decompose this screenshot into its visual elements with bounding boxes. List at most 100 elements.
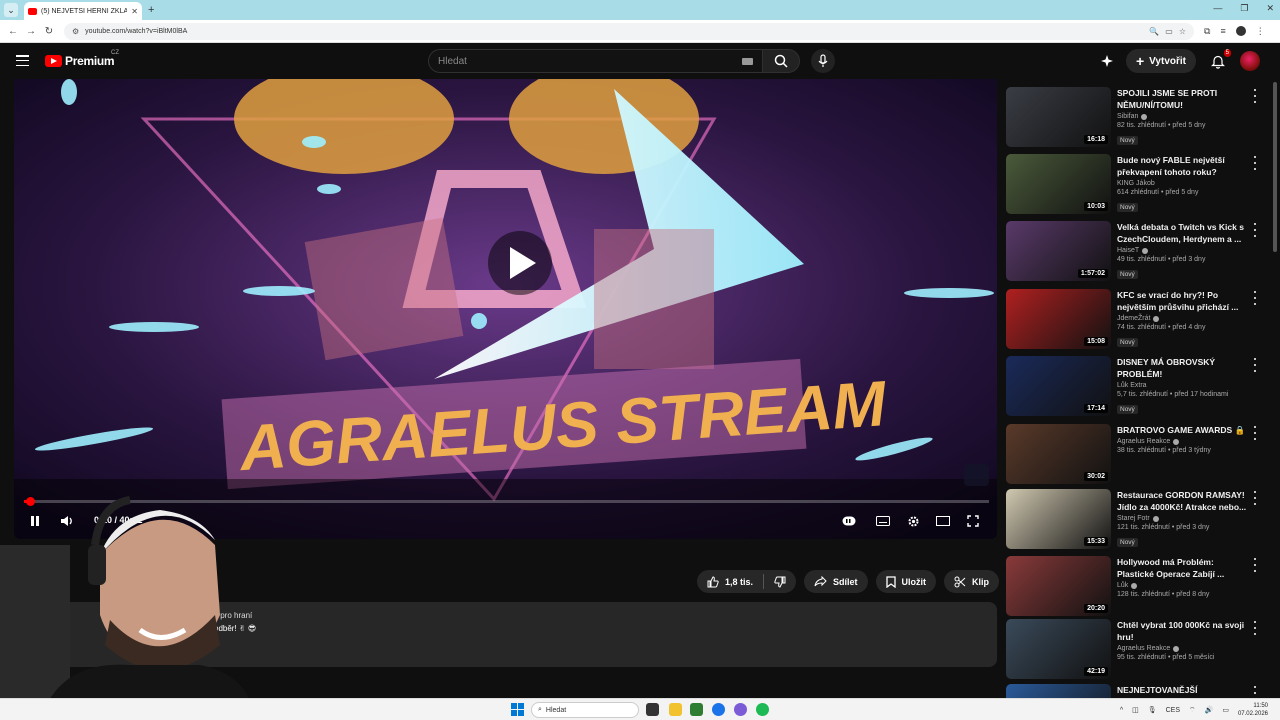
channel-name[interactable]: Starej Fotr	[1117, 515, 1150, 522]
settings-button[interactable]	[904, 512, 922, 530]
browser-menu-icon[interactable]: ⋮	[1256, 26, 1265, 37]
minimize-icon[interactable]: —	[1213, 3, 1222, 14]
channel-name-row[interactable]: Agraelus Reakce	[1117, 438, 1249, 445]
wifi-icon[interactable]: ⌔	[1189, 706, 1196, 715]
sparkle-icon[interactable]	[1100, 54, 1114, 68]
channel-name-row[interactable]: HaiseT	[1117, 247, 1249, 254]
zoom-icon[interactable]: 🔍	[1149, 27, 1159, 36]
video-title[interactable]: BRATROVO GAME AWARDS 🔒	[1117, 424, 1249, 436]
channel-name[interactable]: Agraelus Reakce	[1117, 438, 1170, 445]
maximize-icon[interactable]: ❐	[1240, 3, 1248, 14]
more-vert-icon[interactable]	[1252, 491, 1258, 505]
video-title[interactable]: KFC se vrací do hry?! Po největším průšv…	[1117, 289, 1249, 313]
more-vert-icon[interactable]	[1252, 558, 1258, 572]
channel-name[interactable]: Sibifan	[1117, 113, 1138, 120]
recommended-video-item[interactable]: 16:18 SPOJILI JSME SE PROTI NĚMU/NÍ/TOMU!…	[1006, 87, 1268, 151]
video-title[interactable]: Velká debata o Twitch vs Kick s CzechClo…	[1117, 221, 1249, 245]
site-info-icon[interactable]: ⚙	[72, 27, 79, 36]
video-title[interactable]: Chtěl vybrat 100 000Kč na svoji hru!	[1117, 619, 1249, 643]
search-input[interactable]	[438, 55, 742, 67]
speaker-icon[interactable]: 🔊	[1205, 706, 1214, 714]
like-button[interactable]: 1,8 tis.	[697, 570, 763, 593]
tab-close-icon[interactable]: ✕	[131, 7, 138, 16]
taskbar-search[interactable]: ⌕ Hledat	[531, 702, 639, 718]
more-vert-icon[interactable]	[1252, 291, 1258, 305]
forward-icon[interactable]: →	[22, 26, 40, 37]
channel-name-row[interactable]: Lůk	[1117, 582, 1249, 589]
recommended-video-item[interactable]: NEJNEJTOVANĚJŠÍ	[1006, 684, 1268, 699]
app-icon[interactable]	[756, 703, 769, 716]
autoplay-toggle[interactable]	[840, 512, 858, 530]
taskbar-clock[interactable]: 11:50 07.02.2026	[1238, 702, 1268, 718]
recommended-video-item[interactable]: 15:33 Restaurace GORDON RAMSAY! Jídlo za …	[1006, 489, 1268, 553]
video-title[interactable]: DISNEY MÁ OBROVSKÝ PROBLÉM!	[1117, 356, 1249, 380]
channel-name-row[interactable]: KING Jákob	[1117, 180, 1249, 187]
cast-icon[interactable]: ▭	[1165, 27, 1173, 36]
recommended-video-item[interactable]: 30:02 BRATROVO GAME AWARDS 🔒 Agraelus Reak…	[1006, 424, 1268, 488]
tray-mic-icon[interactable]: 🎙	[1148, 706, 1157, 714]
big-play-button[interactable]	[488, 231, 552, 295]
profile-menu-icon[interactable]: ≡	[1220, 26, 1225, 36]
url-omnibox[interactable]: ⚙ youtube.com/watch?v=iBltM0lBA 🔍 ▭ ☆	[64, 22, 1194, 40]
fullscreen-button[interactable]	[964, 512, 982, 530]
recommended-video-item[interactable]: 1:57:02 Velká debata o Twitch vs Kick s C…	[1006, 221, 1268, 285]
channel-name-row[interactable]: JdemeŽrát	[1117, 315, 1249, 322]
channel-name[interactable]: Lůk	[1117, 582, 1128, 589]
video-title[interactable]: Bude nový FABLE největší překvapení toho…	[1117, 154, 1249, 178]
notifications-button[interactable]: 5	[1208, 49, 1231, 71]
new-tab-icon[interactable]: +	[148, 4, 154, 16]
browser-tab[interactable]: (5) NEJVĚTŠÍ HERNÍ ZKLAMÁNÍ ✕	[24, 2, 142, 20]
language-indicator[interactable]: CES	[1166, 707, 1180, 714]
task-view-icon[interactable]	[646, 703, 659, 716]
page-scrollbar[interactable]	[1273, 82, 1277, 252]
channel-name[interactable]: Lůk Extra	[1117, 382, 1147, 389]
video-title[interactable]: Hollywood má Problém: Plastické Operace …	[1117, 556, 1249, 580]
channel-name-row[interactable]: Starej Fotr	[1117, 515, 1249, 522]
recommended-video-item[interactable]: 17:14 DISNEY MÁ OBROVSKÝ PROBLÉM! Lůk Extr…	[1006, 356, 1268, 420]
video-title[interactable]: Restaurace GORDON RAMSAY! Jídlo za 4000K…	[1117, 489, 1249, 513]
windows-start-icon[interactable]	[511, 703, 524, 716]
more-vert-icon[interactable]	[1252, 358, 1258, 372]
more-vert-icon[interactable]	[1252, 621, 1258, 635]
more-vert-icon[interactable]	[1252, 223, 1258, 237]
channel-name[interactable]: HaiseT	[1117, 247, 1139, 254]
video-player[interactable]: AGRAELUS STREAM 0:10 / 40:42	[14, 79, 997, 539]
video-thumbnail[interactable]: 20:20	[1006, 556, 1111, 616]
video-thumbnail[interactable]: 10:03	[1006, 154, 1111, 214]
channel-name[interactable]: KING Jákob	[1117, 180, 1155, 187]
dislike-button[interactable]	[764, 570, 796, 593]
video-thumbnail[interactable]: 15:08	[1006, 289, 1111, 349]
more-vert-icon[interactable]	[1252, 156, 1258, 170]
file-explorer-icon[interactable]	[669, 703, 682, 716]
bookmark-star-icon[interactable]: ☆	[1179, 27, 1186, 36]
recommended-video-item[interactable]: 42:19 Chtěl vybrat 100 000Kč na svoji hru…	[1006, 619, 1268, 683]
youtube-premium-logo[interactable]: Premium CZ	[45, 50, 119, 68]
search-button[interactable]	[762, 49, 800, 73]
video-thumbnail[interactable]: 1:57:02	[1006, 221, 1111, 281]
channel-name-row[interactable]: Lůk Extra	[1117, 382, 1249, 389]
discord-icon[interactable]	[734, 703, 747, 716]
share-button[interactable]: Sdílet	[804, 570, 868, 593]
channel-name[interactable]: Agraelus Reakce	[1117, 645, 1170, 652]
theater-mode-button[interactable]	[934, 512, 952, 530]
video-thumbnail[interactable]: 42:19	[1006, 619, 1111, 679]
video-thumbnail[interactable]: 15:33	[1006, 489, 1111, 549]
menu-icon[interactable]	[16, 55, 29, 66]
save-button[interactable]: Uložit	[875, 570, 937, 593]
subtitles-button[interactable]	[874, 512, 892, 530]
tab-search-icon[interactable]: ⌄	[4, 3, 18, 17]
channel-name-row[interactable]: Agraelus Reakce	[1117, 645, 1249, 652]
video-thumbnail[interactable]	[1006, 684, 1111, 699]
extensions-icon[interactable]: ⧉	[1204, 26, 1210, 37]
video-thumbnail[interactable]: 30:02	[1006, 424, 1111, 484]
user-avatar[interactable]	[1240, 51, 1260, 71]
channel-name[interactable]: JdemeŽrát	[1117, 315, 1150, 322]
create-button[interactable]: + Vytvořit	[1125, 49, 1196, 73]
recommended-video-item[interactable]: 20:20 Hollywood má Problém: Plastické Ope…	[1006, 556, 1268, 620]
chrome-icon[interactable]	[712, 703, 725, 716]
recommended-video-item[interactable]: 10:03 Bude nový FABLE největší překvapení…	[1006, 154, 1268, 218]
more-vert-icon[interactable]	[1252, 426, 1258, 440]
channel-name-row[interactable]: Sibifan	[1117, 113, 1249, 120]
browser-profile-avatar[interactable]	[1235, 26, 1246, 36]
voice-search-button[interactable]	[811, 49, 835, 73]
